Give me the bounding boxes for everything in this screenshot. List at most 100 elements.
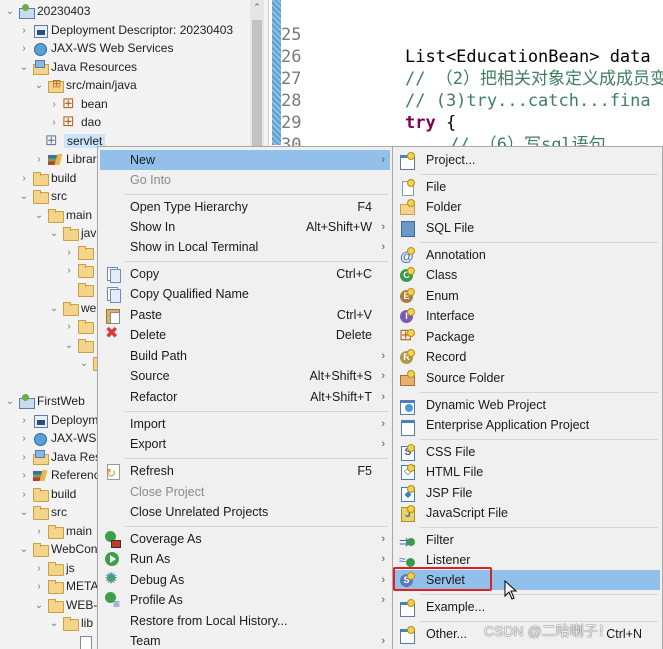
tree-item-js[interactable]: › js bbox=[33, 559, 75, 578]
menu-item-open-type-hierarchy[interactable]: Open Type Hierarchy F4 bbox=[100, 197, 390, 217]
menu-item-new[interactable]: New › bbox=[100, 150, 390, 170]
menu-item-close-unrelated-projects[interactable]: Close Unrelated Projects bbox=[100, 502, 390, 522]
menu-item-run-as[interactable]: Run As › bbox=[100, 549, 390, 569]
tree-item-package-servlet[interactable]: servlet bbox=[43, 131, 106, 151]
submenu-item-enum[interactable]: Enum bbox=[395, 286, 660, 306]
menu-item-debug-as[interactable]: Debug As › bbox=[100, 569, 390, 590]
tree-item-project-firstweb[interactable]: ⌄ FirstWeb bbox=[4, 392, 85, 411]
submenu-item-jsp-file[interactable]: JSP File bbox=[395, 483, 660, 503]
tree-item-build[interactable]: › build bbox=[18, 169, 76, 188]
chevron-right-icon[interactable]: › bbox=[33, 522, 45, 541]
submenu-item-package[interactable]: Package bbox=[395, 326, 660, 347]
tree-item-src[interactable]: ⌄ src bbox=[18, 503, 67, 522]
tree-item-libraries[interactable]: › Librar bbox=[33, 150, 96, 169]
tree-item-jax-ws[interactable]: › JAX-WS bbox=[18, 429, 96, 448]
chevron-down-icon[interactable]: ⌄ bbox=[33, 206, 45, 225]
chevron-down-icon[interactable]: ⌄ bbox=[48, 614, 60, 633]
tree-item-main[interactable]: ⌄ main bbox=[33, 206, 92, 225]
tree-item-src[interactable]: ⌄ src bbox=[18, 187, 67, 206]
menu-item-import[interactable]: Import › bbox=[100, 414, 390, 434]
submenu-item-sql-file[interactable]: SQL File bbox=[395, 218, 660, 238]
submenu-item-interface[interactable]: Interface bbox=[395, 306, 660, 326]
menu-item-team[interactable]: Team › bbox=[100, 631, 390, 649]
tree-item-main[interactable]: › main bbox=[33, 522, 92, 541]
tree-item-folder[interactable]: › bbox=[63, 243, 96, 262]
menu-item-copy-qualified-name[interactable]: Copy Qualified Name bbox=[100, 284, 390, 304]
chevron-down-icon[interactable]: ⌄ bbox=[33, 596, 45, 615]
chevron-right-icon[interactable]: › bbox=[18, 169, 30, 188]
tree-item-package-bean[interactable]: ›bean bbox=[48, 94, 107, 114]
tree-item-java-resources[interactable]: ⌄ Java Resources bbox=[18, 58, 137, 77]
menu-item-copy[interactable]: Copy Ctrl+C bbox=[100, 264, 390, 284]
chevron-right-icon[interactable]: › bbox=[63, 317, 75, 336]
submenu-item-record[interactable]: Record bbox=[395, 347, 660, 367]
menu-item-coverage-as[interactable]: Coverage As › bbox=[100, 529, 390, 549]
tree-item-lib[interactable]: ⌄ lib bbox=[48, 614, 93, 633]
menu-item-profile-as[interactable]: Profile As › bbox=[100, 590, 390, 614]
chevron-down-icon[interactable]: ⌄ bbox=[4, 2, 16, 21]
chevron-down-icon[interactable]: ⌄ bbox=[18, 540, 30, 559]
chevron-right-icon[interactable]: › bbox=[48, 95, 60, 114]
tree-item-folder[interactable]: › bbox=[63, 261, 96, 280]
tree-item-project-20230403[interactable]: ⌄ 20230403 bbox=[4, 2, 90, 21]
chevron-down-icon[interactable]: ⌄ bbox=[78, 354, 90, 373]
tree-item-folder[interactable]: ⌄ bbox=[63, 336, 96, 355]
submenu-item-folder[interactable]: Folder bbox=[395, 197, 660, 217]
chevron-right-icon[interactable]: › bbox=[63, 243, 75, 262]
submenu-item-class[interactable]: Class bbox=[395, 265, 660, 285]
menu-item-build-path[interactable]: Build Path › bbox=[100, 346, 390, 366]
scrollbar-thumb[interactable] bbox=[252, 20, 262, 150]
submenu-item-dynamic-web-project[interactable]: Dynamic Web Project bbox=[395, 395, 660, 415]
tree-item-webcontent[interactable]: ⌄ WebCon bbox=[18, 540, 97, 559]
submenu-item-file[interactable]: File bbox=[395, 177, 660, 197]
tree-item-src-main-java[interactable]: ⌄src/main/java bbox=[33, 75, 137, 95]
submenu-item-example[interactable]: Example... bbox=[395, 597, 660, 617]
tree-item-meta-inf[interactable]: › META bbox=[33, 577, 98, 596]
menu-item-export[interactable]: Export › bbox=[100, 434, 390, 454]
chevron-down-icon[interactable]: ⌄ bbox=[33, 76, 45, 95]
menu-item-show-in-local-terminal[interactable]: Show in Local Terminal › bbox=[100, 237, 390, 257]
tree-item-build[interactable]: › build bbox=[18, 485, 76, 504]
chevron-down-icon[interactable]: ⌄ bbox=[63, 336, 75, 355]
submenu-item-enterprise-app-project[interactable]: Enterprise Application Project bbox=[395, 415, 660, 436]
submenu-item-javascript-file[interactable]: JavaScript File bbox=[395, 503, 660, 523]
menu-item-refresh[interactable]: Refresh F5 bbox=[100, 461, 390, 483]
menu-item-delete[interactable]: Delete Delete bbox=[100, 324, 390, 345]
tree-item-deployment-descriptor[interactable]: › Deployment Descriptor: 20230403 bbox=[18, 21, 233, 40]
chevron-right-icon[interactable]: › bbox=[18, 466, 30, 485]
tree-item-file[interactable] bbox=[75, 633, 96, 649]
menu-item-source[interactable]: Source Alt+Shift+S › bbox=[100, 366, 390, 386]
chevron-right-icon[interactable]: › bbox=[33, 150, 45, 169]
chevron-right-icon[interactable]: › bbox=[18, 39, 30, 58]
submenu-item-html-file[interactable]: HTML File bbox=[395, 462, 660, 482]
tree-item-java[interactable]: ⌄ java bbox=[48, 224, 103, 243]
chevron-right-icon[interactable]: › bbox=[18, 411, 30, 430]
chevron-down-icon[interactable]: ⌄ bbox=[18, 58, 30, 77]
menu-item-restore-from-local-history[interactable]: Restore from Local History... bbox=[100, 611, 390, 631]
scroll-up-icon[interactable]: ⌃ bbox=[250, 2, 264, 13]
submenu-item-css-file[interactable]: CSS File bbox=[395, 442, 660, 462]
tree-item-deployment-descriptor[interactable]: › Deploym bbox=[18, 411, 98, 430]
chevron-right-icon[interactable]: › bbox=[33, 577, 45, 596]
chevron-down-icon[interactable]: ⌄ bbox=[18, 187, 30, 206]
chevron-down-icon[interactable]: ⌄ bbox=[18, 503, 30, 522]
submenu-item-project[interactable]: Project... bbox=[395, 150, 660, 170]
chevron-right-icon[interactable]: › bbox=[63, 261, 75, 280]
submenu-item-source-folder[interactable]: Source Folder bbox=[395, 368, 660, 388]
chevron-down-icon[interactable]: ⌄ bbox=[48, 224, 60, 243]
tree-item-folder[interactable]: › bbox=[63, 317, 96, 336]
submenu-item-filter[interactable]: Filter bbox=[395, 530, 660, 552]
tree-item-web-inf[interactable]: ⌄ WEB-I bbox=[33, 596, 101, 615]
tree-item-jax-ws[interactable]: › JAX-WS Web Services bbox=[18, 39, 173, 58]
tree-item-web[interactable]: ⌄ web bbox=[48, 299, 103, 318]
tree-item-package-dao[interactable]: ›dao bbox=[48, 112, 101, 132]
chevron-right-icon[interactable]: › bbox=[48, 113, 60, 132]
tree-item-referenced-libraries[interactable]: › Referenc bbox=[18, 466, 99, 485]
menu-item-refactor[interactable]: Refactor Alt+Shift+T › bbox=[100, 387, 390, 407]
chevron-down-icon[interactable]: ⌄ bbox=[4, 392, 16, 411]
submenu-item-annotation[interactable]: Annotation bbox=[395, 245, 660, 266]
menu-item-paste[interactable]: Paste Ctrl+V bbox=[100, 305, 390, 325]
chevron-right-icon[interactable]: › bbox=[18, 429, 30, 448]
chevron-right-icon[interactable]: › bbox=[33, 559, 45, 578]
tree-item-java-resources[interactable]: › Java Res bbox=[18, 448, 101, 467]
